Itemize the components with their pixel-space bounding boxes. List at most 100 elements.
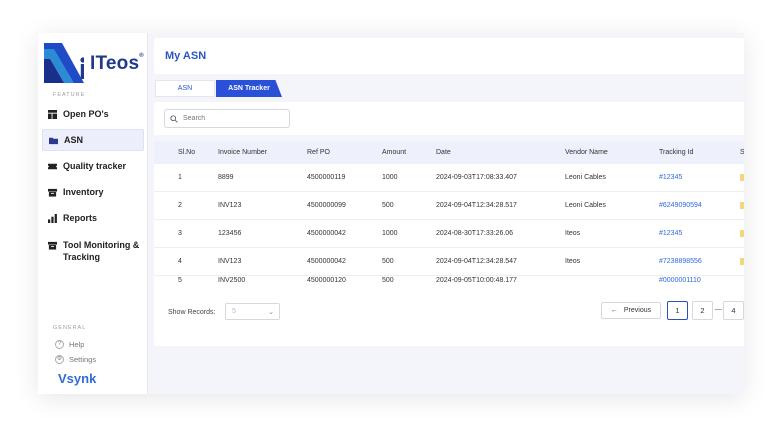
brand-logo: ITeos® (44, 43, 144, 83)
sidebar-item-label: Tool Monitoring & Tracking (63, 240, 140, 262)
cell-invoice: INV123 (218, 202, 242, 209)
page-title: My ASN (165, 50, 207, 62)
cell-amount: 1000 (382, 230, 398, 237)
tracking-link[interactable]: #12345 (659, 174, 682, 181)
cell-invoice: INV2500 (218, 277, 246, 284)
cell-vendor: Leoni Cables (565, 202, 606, 209)
page-size-select[interactable]: 5 ⌄ (225, 303, 280, 320)
search-input[interactable] (183, 115, 283, 122)
cell-vendor: Iteos (565, 230, 581, 237)
sidebar-item-asn[interactable]: ASN (42, 129, 144, 151)
cell-amount: 500 (382, 258, 394, 265)
cell-sl-no: 1 (178, 174, 182, 181)
status-badge (740, 202, 744, 209)
cell-vendor: Leoni Cables (565, 174, 606, 181)
asn-tracker-table: Sl.No Invoice Number Ref PO Amount Date … (154, 141, 744, 346)
col-amount: Amount (382, 149, 407, 156)
sidebar-item-label: Settings (69, 355, 97, 364)
box-icon (48, 188, 57, 197)
arrow-left-icon: ← (610, 307, 618, 314)
page-button-4[interactable]: 4 (723, 301, 744, 320)
cell-sl-no: 3 (178, 230, 182, 237)
layout-icon (48, 109, 57, 119)
sidebar-item-label: Open PO's (63, 109, 109, 119)
table-header: Sl.No Invoice Number Ref PO Amount Date … (154, 141, 744, 164)
cell-date: 2024-09-04T12:34:28.517 (436, 202, 517, 209)
table-footer: Show Records: 5 ⌄ ← Previous 1 2 — 4 (154, 287, 744, 346)
box-icon (48, 241, 57, 250)
cell-amount: 500 (382, 277, 394, 284)
page-size-value: 5 (232, 308, 236, 315)
vsynk-brand: Vsynk (58, 371, 97, 386)
tab-asn[interactable]: ASN (155, 80, 215, 97)
cell-invoice: INV123 (218, 258, 242, 265)
page-button-1[interactable]: 1 (667, 301, 688, 320)
tracking-link[interactable]: #6249090594 (659, 202, 702, 209)
sidebar-item-quality-tracker[interactable]: Quality tracker (42, 155, 144, 177)
help-icon: ? (55, 340, 64, 349)
cell-ref-po: 4500000042 (307, 230, 346, 237)
search-box[interactable] (164, 109, 290, 128)
tracking-link[interactable]: #7238898556 (659, 258, 702, 265)
page-header: My ASN (154, 38, 744, 74)
table-row[interactable]: 3 123456 4500000042 1000 2024-08-30T17:3… (154, 220, 744, 248)
sidebar-item-label: ASN (64, 135, 84, 145)
cell-invoice: 8899 (218, 174, 234, 181)
col-ref-po: Ref PO (307, 149, 330, 156)
cell-date: 2024-08-30T17:33:26.06 (436, 230, 514, 237)
cell-ref-po: 4500000042 (307, 258, 346, 265)
sidebar-item-label: Help (69, 340, 85, 349)
cell-amount: 500 (382, 202, 394, 209)
search-icon (170, 114, 178, 123)
sidebar-item-label: Inventory (63, 187, 104, 197)
bar-chart-icon (48, 213, 57, 223)
col-sl-no: Sl.No (178, 149, 196, 156)
col-tracking-id: Tracking Id (659, 149, 694, 156)
folder-icon (49, 137, 58, 144)
table-row[interactable]: 1 8899 4500000119 1000 2024-09-03T17:08:… (154, 164, 744, 192)
general-section-label: GENERAL (53, 325, 87, 331)
sidebar-item-settings[interactable]: ⚙ Settings (55, 355, 96, 364)
sidebar-item-open-pos[interactable]: Open PO's (42, 103, 144, 125)
cell-date: 2024-09-04T12:34:28.547 (436, 258, 517, 265)
sidebar-item-help[interactable]: ? Help (55, 340, 84, 349)
col-status: S (740, 149, 744, 156)
table-row[interactable]: 5 INV2500 4500000120 500 2024-09-05T10:0… (154, 276, 744, 284)
sidebar-item-reports[interactable]: Reports (42, 207, 144, 229)
pagination-ellipsis: — (715, 306, 722, 313)
cell-sl-no: 4 (178, 258, 182, 265)
cell-date: 2024-09-05T10:00:48.177 (436, 277, 517, 284)
cell-amount: 1000 (382, 174, 398, 181)
col-date: Date (436, 149, 451, 156)
brand-name: ITeos® (90, 53, 144, 74)
tab-asn-tracker[interactable]: ASN Tracker (216, 80, 282, 97)
tracking-link[interactable]: #0000001110 (659, 277, 701, 284)
tracking-link[interactable]: #12345 (659, 230, 682, 237)
sidebar-item-tool-monitoring[interactable]: Tool Monitoring & Tracking (42, 237, 144, 265)
status-badge (740, 174, 744, 181)
status-badge (740, 230, 744, 237)
sidebar-item-inventory[interactable]: Inventory (42, 181, 144, 203)
previous-button[interactable]: ← Previous (601, 302, 661, 319)
cell-vendor: Iteos (565, 258, 581, 265)
ticket-icon (48, 163, 57, 169)
cell-ref-po: 4500000120 (307, 277, 346, 284)
table-row[interactable]: 2 INV123 4500000099 500 2024-09-04T12:34… (154, 192, 744, 220)
chevron-down-icon: ⌄ (268, 309, 274, 316)
show-records-label: Show Records: (168, 309, 216, 316)
previous-label: Previous (623, 307, 652, 314)
sidebar-item-label: Reports (63, 213, 98, 223)
settings-icon: ⚙ (55, 355, 64, 364)
cell-ref-po: 4500000119 (307, 174, 346, 181)
cell-sl-no: 5 (178, 277, 182, 284)
table-row[interactable]: 4 INV123 4500000042 500 2024-09-04T12:34… (154, 248, 744, 276)
feature-section-label: FEATURE (53, 92, 86, 98)
sidebar-item-label: Quality tracker (63, 161, 127, 171)
cell-date: 2024-09-03T17:08:33.407 (436, 174, 517, 181)
page-button-2[interactable]: 2 (692, 301, 713, 320)
app-window: ITeos® FEATURE Open PO's ASN Quality tra… (38, 33, 744, 394)
col-invoice-number: Invoice Number (218, 149, 268, 156)
col-vendor-name: Vendor Name (565, 149, 608, 156)
status-badge (740, 258, 744, 265)
search-card (154, 102, 744, 135)
